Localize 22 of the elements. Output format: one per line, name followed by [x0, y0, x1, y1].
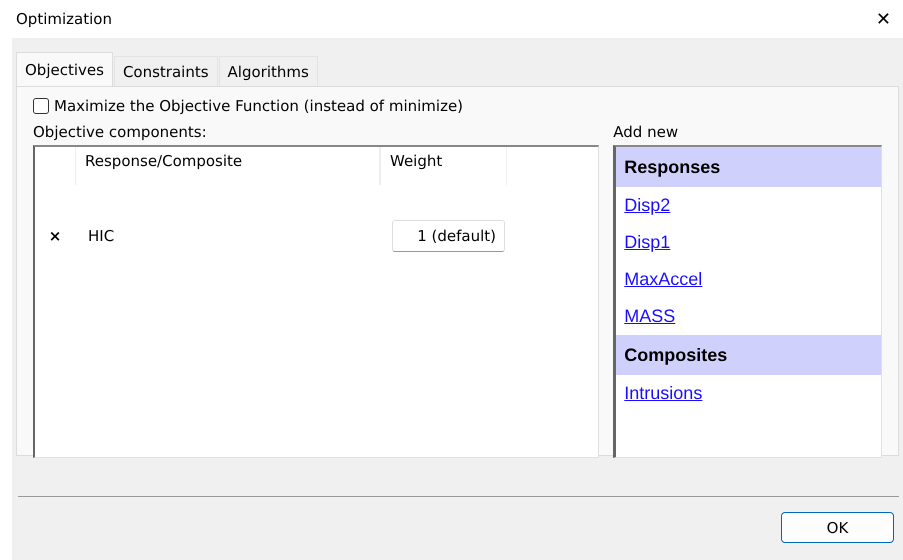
column-header: Weight — [390, 152, 442, 170]
checkbox[interactable] — [33, 98, 49, 114]
group-header: Responses — [616, 147, 881, 187]
section-label: Add new — [613, 123, 680, 143]
add-link[interactable]: Intrusions — [624, 383, 702, 404]
checkbox-label: Maximize the Objective Function (instead of minimize) — [54, 97, 464, 115]
close-button[interactable]: ✕ — [872, 6, 895, 32]
add-link[interactable]: MaxAccel — [624, 269, 702, 290]
table-cell-text: HIC — [87, 227, 116, 245]
add-link[interactable]: Disp2 — [624, 195, 670, 216]
add-link[interactable]: MASS — [624, 306, 676, 327]
remove-button[interactable]: × — [35, 227, 75, 245]
tab[interactable]: Constraints — [114, 56, 218, 86]
section-label: Objective components: — [33, 123, 208, 143]
weight-field[interactable]: 1 (default) — [392, 220, 505, 252]
column-header: Response/Composite — [85, 152, 242, 170]
ok-button[interactable]: OK — [781, 512, 894, 543]
add-link[interactable]: Disp1 — [624, 232, 670, 253]
tab[interactable]: Algorithms — [218, 56, 318, 86]
window-title: Optimization — [16, 10, 112, 28]
group-header: Composites — [616, 335, 881, 375]
tab[interactable]: Objectives — [16, 52, 113, 86]
